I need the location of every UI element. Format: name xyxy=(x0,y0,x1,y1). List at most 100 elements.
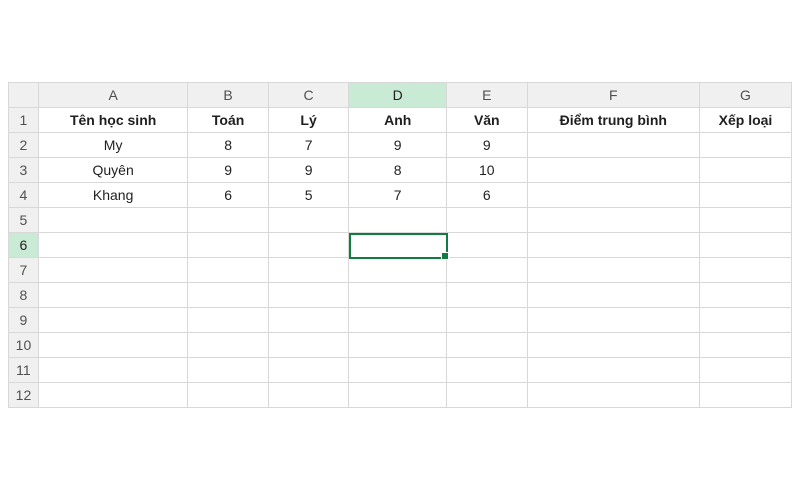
row-header-3[interactable]: 3 xyxy=(9,158,39,183)
cell-D7[interactable] xyxy=(349,258,447,283)
cell-B2[interactable]: 8 xyxy=(188,133,268,158)
cell-A9[interactable] xyxy=(38,308,187,333)
cell-G6[interactable] xyxy=(699,233,791,258)
cell-B7[interactable] xyxy=(188,258,268,283)
cell-C11[interactable] xyxy=(268,358,348,383)
cell-D8[interactable] xyxy=(349,283,447,308)
cell-B5[interactable] xyxy=(188,208,268,233)
cell-E10[interactable] xyxy=(447,333,527,358)
cell-A5[interactable] xyxy=(38,208,187,233)
cell-G12[interactable] xyxy=(699,383,791,408)
row-header-7[interactable]: 7 xyxy=(9,258,39,283)
cell-C7[interactable] xyxy=(268,258,348,283)
cell-A6[interactable] xyxy=(38,233,187,258)
cell-F2[interactable] xyxy=(527,133,699,158)
cell-B10[interactable] xyxy=(188,333,268,358)
cell-G7[interactable] xyxy=(699,258,791,283)
cell-G3[interactable] xyxy=(699,158,791,183)
cell-A12[interactable] xyxy=(38,383,187,408)
row-header-5[interactable]: 5 xyxy=(9,208,39,233)
cell-E7[interactable] xyxy=(447,258,527,283)
cell-F4[interactable] xyxy=(527,183,699,208)
row-header-4[interactable]: 4 xyxy=(9,183,39,208)
cell-F5[interactable] xyxy=(527,208,699,233)
cell-E11[interactable] xyxy=(447,358,527,383)
row-header-1[interactable]: 1 xyxy=(9,108,39,133)
column-header-B[interactable]: B xyxy=(188,83,268,108)
cell-C9[interactable] xyxy=(268,308,348,333)
row-header-10[interactable]: 10 xyxy=(9,333,39,358)
cell-F3[interactable] xyxy=(527,158,699,183)
cell-F9[interactable] xyxy=(527,308,699,333)
cell-F6[interactable] xyxy=(527,233,699,258)
column-header-D[interactable]: D xyxy=(349,83,447,108)
cell-D11[interactable] xyxy=(349,358,447,383)
cell-E9[interactable] xyxy=(447,308,527,333)
cell-B11[interactable] xyxy=(188,358,268,383)
cell-F7[interactable] xyxy=(527,258,699,283)
row-header-2[interactable]: 2 xyxy=(9,133,39,158)
cell-E3[interactable]: 10 xyxy=(447,158,527,183)
cell-G10[interactable] xyxy=(699,333,791,358)
row-header-6[interactable]: 6 xyxy=(9,233,39,258)
cell-A10[interactable] xyxy=(38,333,187,358)
cell-B4[interactable]: 6 xyxy=(188,183,268,208)
cell-F8[interactable] xyxy=(527,283,699,308)
cell-G5[interactable] xyxy=(699,208,791,233)
cell-B8[interactable] xyxy=(188,283,268,308)
select-all-corner[interactable] xyxy=(9,83,39,108)
cell-B3[interactable]: 9 xyxy=(188,158,268,183)
cell-D4[interactable]: 7 xyxy=(349,183,447,208)
cell-F1[interactable]: Điểm trung bình xyxy=(527,108,699,133)
cell-G2[interactable] xyxy=(699,133,791,158)
spreadsheet-grid[interactable]: ABCDEFG 1Tên học sinhToánLýAnhVănĐiểm tru… xyxy=(8,82,792,408)
cell-E2[interactable]: 9 xyxy=(447,133,527,158)
cell-C10[interactable] xyxy=(268,333,348,358)
cell-A8[interactable] xyxy=(38,283,187,308)
cell-D2[interactable]: 9 xyxy=(349,133,447,158)
cell-A4[interactable]: Khang xyxy=(38,183,187,208)
cell-D6[interactable] xyxy=(349,233,447,258)
cell-C4[interactable]: 5 xyxy=(268,183,348,208)
cell-A3[interactable]: Quyên xyxy=(38,158,187,183)
cell-A11[interactable] xyxy=(38,358,187,383)
cell-G1[interactable]: Xếp loại xyxy=(699,108,791,133)
cell-D1[interactable]: Anh xyxy=(349,108,447,133)
column-header-F[interactable]: F xyxy=(527,83,699,108)
cell-D5[interactable] xyxy=(349,208,447,233)
cell-B12[interactable] xyxy=(188,383,268,408)
cell-A1[interactable]: Tên học sinh xyxy=(38,108,187,133)
cell-C1[interactable]: Lý xyxy=(268,108,348,133)
cell-D10[interactable] xyxy=(349,333,447,358)
row-header-8[interactable]: 8 xyxy=(9,283,39,308)
cell-A7[interactable] xyxy=(38,258,187,283)
cell-G4[interactable] xyxy=(699,183,791,208)
cell-E8[interactable] xyxy=(447,283,527,308)
cell-C8[interactable] xyxy=(268,283,348,308)
cell-B9[interactable] xyxy=(188,308,268,333)
cell-C3[interactable]: 9 xyxy=(268,158,348,183)
column-header-C[interactable]: C xyxy=(268,83,348,108)
cell-G11[interactable] xyxy=(699,358,791,383)
cell-D12[interactable] xyxy=(349,383,447,408)
cell-E4[interactable]: 6 xyxy=(447,183,527,208)
cell-C6[interactable] xyxy=(268,233,348,258)
cell-B1[interactable]: Toán xyxy=(188,108,268,133)
column-header-A[interactable]: A xyxy=(38,83,187,108)
cell-C2[interactable]: 7 xyxy=(268,133,348,158)
cell-F10[interactable] xyxy=(527,333,699,358)
cell-A2[interactable]: My xyxy=(38,133,187,158)
cell-E5[interactable] xyxy=(447,208,527,233)
cell-F12[interactable] xyxy=(527,383,699,408)
cell-C12[interactable] xyxy=(268,383,348,408)
column-header-E[interactable]: E xyxy=(447,83,527,108)
cell-E12[interactable] xyxy=(447,383,527,408)
row-header-9[interactable]: 9 xyxy=(9,308,39,333)
column-header-G[interactable]: G xyxy=(699,83,791,108)
cell-D3[interactable]: 8 xyxy=(349,158,447,183)
cell-C5[interactable] xyxy=(268,208,348,233)
cell-F11[interactable] xyxy=(527,358,699,383)
cell-E1[interactable]: Văn xyxy=(447,108,527,133)
cell-D9[interactable] xyxy=(349,308,447,333)
row-header-12[interactable]: 12 xyxy=(9,383,39,408)
